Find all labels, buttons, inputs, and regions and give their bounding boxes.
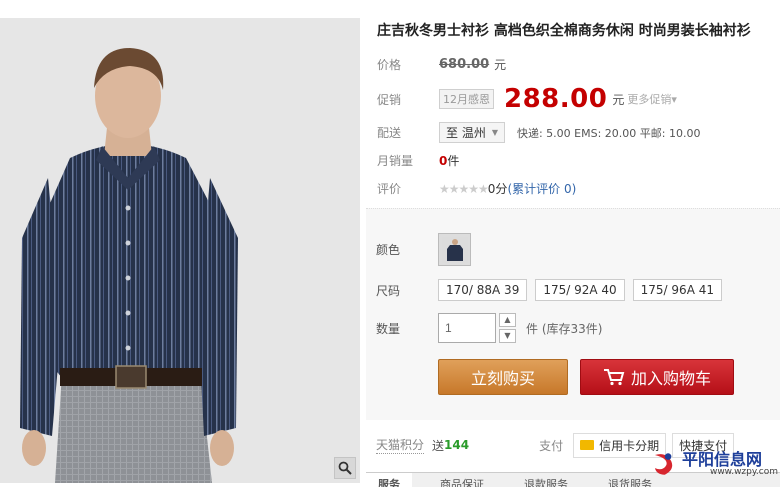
size-label: 尺码 <box>376 283 401 298</box>
reviews-prefix: (累计评价 <box>507 182 564 196</box>
size-option[interactable]: 175/ 96A 41 <box>632 279 722 301</box>
product-title: 庄吉秋冬男士衬衫 高档色织全棉商务休闲 时尚男装长袖衬衫 <box>377 23 751 39</box>
size-option[interactable]: 175/ 92A 40 <box>535 279 625 301</box>
size-row: 尺码 170/ 88A 39 175/ 92A 40 175/ 96A 41 <box>376 279 730 301</box>
points-sent: 送 <box>432 438 445 453</box>
buy-now-button[interactable]: 立刻购买 <box>438 359 568 395</box>
shipping-fees: 快递: 5.00 EMS: 20.00 平邮: 10.00 <box>516 126 701 140</box>
promo-price: 288.00 <box>504 84 608 114</box>
color-swatch[interactable] <box>438 233 471 266</box>
color-label: 颜色 <box>376 243 401 257</box>
sales-unit: 件 <box>447 154 460 168</box>
reviews-link[interactable]: (累计评价 0) <box>507 180 576 197</box>
watermark-en: www.wzpy.com <box>709 466 778 477</box>
star-rating-icon: ★★★★★ <box>439 181 489 196</box>
payment-label: 支付 <box>539 438 564 453</box>
increment-button[interactable]: ▲ <box>499 313 516 327</box>
cart-icon <box>603 369 625 386</box>
tab-service[interactable]: 服务 <box>366 473 412 487</box>
sales-row: 月销量 0 件 <box>377 152 459 169</box>
watermark-logo-icon <box>654 453 673 475</box>
shipping-row: 配送 至 温州 ▼ 快递: 5.00 EMS: 20.00 平邮: 10.00 <box>377 122 700 143</box>
size-option[interactable]: 170/ 88A 39 <box>438 279 528 301</box>
destination-value: 至 温州 <box>446 126 486 140</box>
promo-tag: 12月感恩 <box>439 89 494 109</box>
decrement-button[interactable]: ▼ <box>499 329 516 343</box>
more-promo-link[interactable]: 更多促销▾ <box>627 91 677 107</box>
credit-card-icon <box>580 440 595 450</box>
price-unit: 元 <box>494 58 507 72</box>
promo-unit: 元 <box>612 92 625 107</box>
original-price: 680.00 <box>439 57 490 72</box>
zoom-icon[interactable] <box>334 457 356 479</box>
purchase-options-panel: 颜色 尺码 170/ 88A 39 175/ 92A 40 175/ 96A 4… <box>366 208 780 420</box>
tab-refund[interactable]: 退款服务 <box>512 473 580 487</box>
quantity-label: 数量 <box>376 321 401 336</box>
add-to-cart-label: 加入购物车 <box>630 369 711 388</box>
sales-label: 月销量 <box>377 154 414 168</box>
add-to-cart-button[interactable]: 加入购物车 <box>580 359 734 395</box>
price-row: 价格 680.00 元 <box>377 56 506 73</box>
chevron-down-icon: ▼ <box>491 128 498 137</box>
destination-select[interactable]: 至 温州 ▼ <box>439 122 505 143</box>
watermark-cn: 平阳信息网 <box>681 449 762 469</box>
product-page: 庄吉秋冬男士衬衫 高档色织全棉商务休闲 时尚男装长袖衬衫 价格 680.00 元… <box>0 0 780 487</box>
quantity-input[interactable] <box>438 313 496 343</box>
stock-info: 件 (库存33件) <box>526 321 603 336</box>
product-image[interactable] <box>0 18 360 483</box>
price-label: 价格 <box>377 58 402 72</box>
sales-count: 0 <box>439 153 448 168</box>
tab-guarantee[interactable]: 商品保证 <box>428 473 496 487</box>
shirt-thumbnail-icon <box>441 236 468 263</box>
points-label[interactable]: 天猫积分 <box>376 436 425 454</box>
quantity-stepper: ▲ ▼ <box>499 313 516 343</box>
reviews-count: 0 <box>563 182 572 196</box>
quantity-row: 数量 ▲ ▼ 件 (库存33件) <box>376 313 602 343</box>
rating-score: 0分 <box>487 182 508 196</box>
rating-label: 评价 <box>377 182 402 196</box>
promo-label: 促销 <box>377 92 402 107</box>
watermark-text: 平阳信息网 www.wzpy.com <box>681 449 778 477</box>
rating-row: 评价 ★★★★★ 0分 (累计评价 0) <box>377 180 576 197</box>
site-watermark: 平阳信息网 www.wzpy.com <box>650 443 778 485</box>
shipping-label: 配送 <box>377 126 402 140</box>
color-row: 颜色 <box>376 233 471 266</box>
points-value: 144 <box>444 438 470 452</box>
model-photo <box>0 18 360 483</box>
reviews-suffix: ) <box>571 182 577 196</box>
promo-row: 促销 12月感恩 288.00 元 更多促销▾ <box>377 84 677 114</box>
